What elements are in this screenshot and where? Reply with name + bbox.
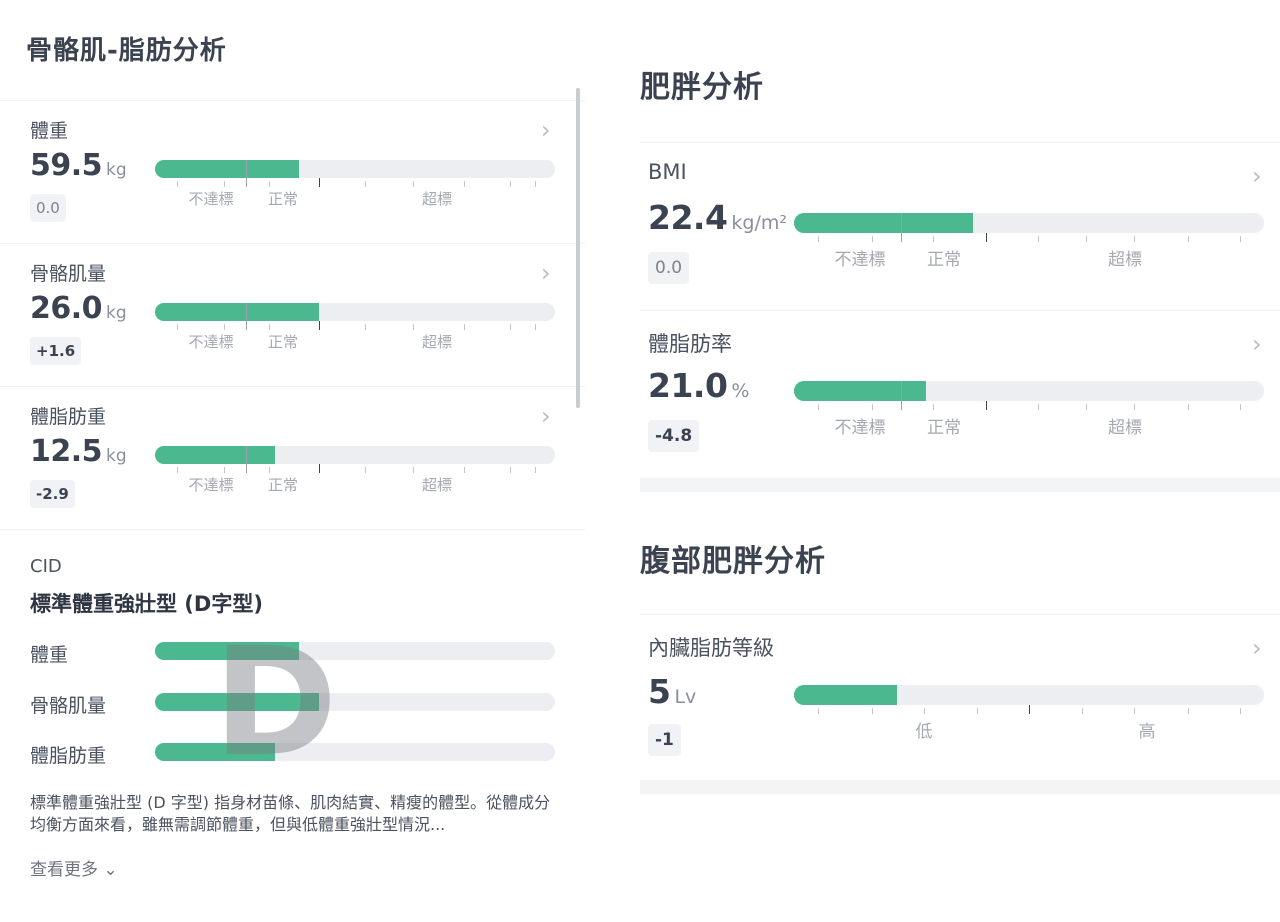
metric-value: 21.0 % [648, 366, 749, 405]
cid-shape-letter: D [213, 616, 338, 790]
metric-label: 體重 [30, 120, 69, 142]
metric-body-fat-mass[interactable]: 體脂肪重 12.5 kg -2.9 › 不達標 正常 超標 [0, 386, 585, 529]
zone-label-low: 不達標 [834, 418, 886, 438]
delta-badge: -4.8 [648, 420, 700, 452]
zone-label-low: 不達標 [834, 250, 886, 270]
chevron-right-icon[interactable]: › [541, 116, 551, 144]
range-bar: 低 高 [794, 685, 1264, 742]
metric-unit: % [731, 380, 750, 402]
metric-number: 12.5 [30, 434, 103, 469]
metric-label: 體脂肪重 [30, 406, 107, 428]
zone-label-high: 超標 [421, 476, 453, 494]
zone-label-high: 超標 [1108, 250, 1142, 270]
delta-badge: +1.6 [30, 337, 82, 365]
metric-unit: Lv [674, 686, 697, 708]
section-separator [640, 478, 1280, 492]
range-bar: 不達標 正常 超標 [155, 446, 555, 494]
range-bar-fill [794, 381, 926, 401]
zone-label-normal: 正常 [267, 476, 299, 494]
zone-label-normal: 正常 [927, 418, 961, 438]
cid-row-label: 骨骼肌量 [30, 695, 107, 717]
metric-value: 22.4 kg/m² [648, 198, 787, 237]
metric-value: 5 Lv [648, 672, 696, 711]
metric-number: 59.5 [30, 148, 103, 183]
cid-label: CID [30, 556, 62, 577]
range-bar-fill [155, 160, 299, 178]
metric-label: 內臟脂肪等級 [648, 636, 774, 660]
range-bar: 不達標 正常 超標 [794, 213, 1264, 270]
metric-value: 12.5 kg [30, 434, 127, 469]
chevron-right-icon[interactable]: › [541, 402, 551, 430]
divider [0, 529, 585, 530]
see-more-link[interactable]: 查看更多 ⌄ [30, 855, 118, 880]
metric-number: 5 [648, 672, 671, 711]
range-bar: 不達標 正常 超標 [155, 160, 555, 208]
metric-visceral-fat-level[interactable]: 內臟脂肪等級 5 Lv -1 › 低 高 [640, 614, 1280, 780]
obesity-panel: 肥胖分析 BMI 22.4 kg/m² 0.0 › 不達標 正常 超標 體脂肪率… [640, 0, 1280, 922]
zone-label-low: 不達標 [188, 333, 234, 351]
range-bar: 不達標 正常 超標 [155, 303, 555, 351]
range-divider [901, 381, 902, 410]
metric-weight[interactable]: 體重 59.5 kg 0.0 › 不達標 正常 超標 [0, 100, 585, 243]
metric-label: 體脂肪率 [648, 332, 732, 356]
range-bar-fill [794, 213, 973, 233]
metric-value: 26.0 kg [30, 291, 127, 326]
section-separator [640, 780, 1280, 794]
chevron-right-icon[interactable]: › [1252, 330, 1262, 358]
metric-number: 26.0 [30, 291, 103, 326]
cid-row-label: 體脂肪重 [30, 745, 107, 767]
delta-badge: 0.0 [648, 252, 690, 284]
delta-badge: -2.9 [30, 480, 75, 508]
cid-row-label: 體重 [30, 644, 69, 666]
cid-type-title: 標準體重強壯型 (D字型) [30, 592, 263, 616]
chevron-right-icon[interactable]: › [541, 259, 551, 287]
skeletal-fat-panel: 骨骼肌-脂肪分析 體重 59.5 kg 0.0 › 不達標 正常 超標 骨骼肌量… [0, 0, 585, 922]
range-divider [901, 213, 902, 242]
range-divider [246, 303, 247, 330]
metric-unit: kg [106, 160, 127, 180]
metric-unit: kg/m² [731, 212, 788, 234]
range-bar: 不達標 正常 超標 [794, 381, 1264, 438]
cid-description: 標準體重強壯型 (D 字型) 指身材苗條、肌肉結實、精瘦的體型。從體成分均衡方面… [30, 793, 551, 834]
metric-skeletal-muscle[interactable]: 骨骼肌量 26.0 kg +1.6 › 不達標 正常 超標 [0, 243, 585, 386]
chevron-right-icon[interactable]: › [1252, 634, 1262, 662]
range-bar-fill [794, 685, 898, 705]
delta-badge: -1 [648, 724, 681, 756]
zone-label-normal: 正常 [927, 250, 961, 270]
range-divider [246, 160, 247, 187]
section-title-skeletal-fat: 骨骼肌-脂肪分析 [26, 36, 227, 66]
zone-label-high: 超標 [421, 190, 453, 208]
metric-body-fat-percent[interactable]: 體脂肪率 21.0 % -4.8 › 不達標 正常 超標 [640, 310, 1280, 478]
metric-unit: kg [106, 303, 127, 323]
range-bar-fill [155, 446, 275, 464]
zone-label-normal: 正常 [267, 190, 299, 208]
range-divider [246, 446, 247, 473]
scrollbar[interactable] [576, 88, 580, 408]
section-title-abdominal-obesity: 腹部肥胖分析 [640, 544, 826, 579]
zone-label-high: 高 [1138, 722, 1156, 742]
metric-number: 22.4 [648, 198, 728, 237]
metric-label: BMI [648, 160, 687, 184]
metric-number: 21.0 [648, 366, 728, 405]
zone-label-high: 超標 [421, 333, 453, 351]
range-bar-fill [155, 303, 319, 321]
metric-value: 59.5 kg [30, 148, 127, 183]
zone-label-low: 不達標 [188, 190, 234, 208]
delta-badge: 0.0 [30, 194, 66, 222]
zone-label-low: 低 [915, 722, 933, 742]
metric-label: 骨骼肌量 [30, 263, 107, 285]
zone-label-normal: 正常 [267, 333, 299, 351]
metric-unit: kg [106, 446, 127, 466]
zone-label-high: 超標 [1108, 418, 1142, 438]
chevron-right-icon[interactable]: › [1252, 162, 1262, 190]
metric-bmi[interactable]: BMI 22.4 kg/m² 0.0 › 不達標 正常 超標 [640, 142, 1280, 310]
section-title-obesity: 肥胖分析 [640, 70, 764, 105]
zone-label-low: 不達標 [188, 476, 234, 494]
